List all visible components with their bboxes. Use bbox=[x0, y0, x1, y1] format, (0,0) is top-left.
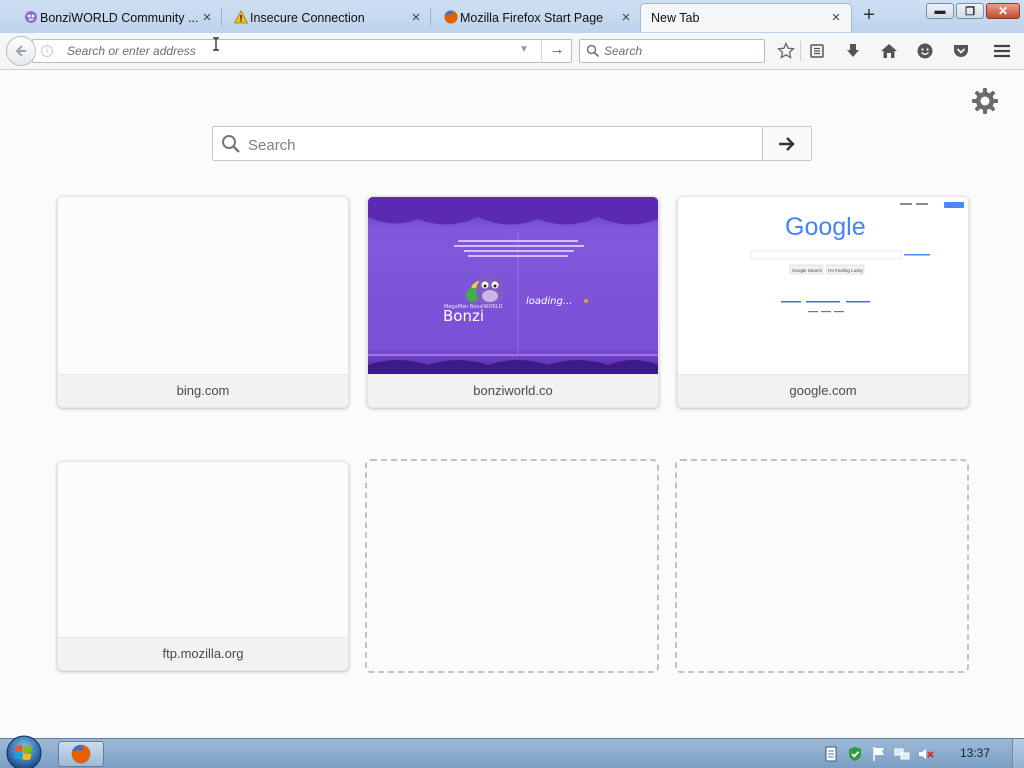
pocket-icon[interactable] bbox=[950, 40, 972, 62]
close-icon: ✕ bbox=[997, 4, 1009, 18]
security-shield-icon[interactable] bbox=[847, 746, 863, 762]
notepad-icon[interactable] bbox=[823, 746, 839, 762]
navigation-toolbar: i ▼ → bbox=[0, 33, 1024, 70]
site-tile-ftp-mozilla[interactable]: ftp.mozilla.org bbox=[57, 461, 349, 671]
minimize-button[interactable]: ▬ bbox=[926, 3, 954, 19]
new-tab-button[interactable]: + bbox=[858, 5, 880, 27]
bonzi-logo: Bonzi bbox=[443, 307, 484, 325]
windows-taskbar: 13:37 bbox=[0, 735, 1024, 768]
newtab-search bbox=[212, 126, 812, 161]
close-icon[interactable]: × bbox=[619, 10, 633, 25]
firefox-icon bbox=[71, 744, 91, 764]
download-icon[interactable] bbox=[842, 40, 864, 62]
google-logo: Google bbox=[785, 213, 866, 241]
close-icon[interactable]: × bbox=[829, 10, 843, 25]
tab-bonziworld[interactable]: BonziWORLD Community ... × bbox=[18, 3, 222, 32]
go-arrow-icon[interactable]: → bbox=[547, 41, 567, 61]
search-icon bbox=[222, 135, 240, 153]
search-go-button[interactable] bbox=[762, 126, 812, 161]
url-bar[interactable]: i ▼ → bbox=[32, 39, 572, 63]
tab-firefox-start-page[interactable]: Mozilla Firefox Start Page × bbox=[438, 3, 641, 32]
tab-label: Mozilla Firefox Start Page bbox=[460, 10, 604, 25]
search-bar[interactable] bbox=[579, 39, 765, 63]
home-icon[interactable] bbox=[878, 40, 900, 62]
search-icon[interactable] bbox=[586, 44, 600, 58]
site-tile-title: google.com bbox=[678, 374, 968, 407]
hamburger-menu-icon[interactable] bbox=[991, 40, 1013, 62]
loading-text: loading... bbox=[526, 296, 572, 307]
divider bbox=[800, 41, 801, 61]
firefox-icon bbox=[444, 10, 458, 24]
warning-icon bbox=[234, 10, 248, 24]
site-tile-title: bonziworld.co bbox=[368, 374, 658, 407]
search-input[interactable] bbox=[604, 43, 754, 59]
site-tile-google[interactable]: Google Google Search I'm Feeling Lucky g… bbox=[677, 196, 969, 408]
back-button[interactable] bbox=[6, 36, 36, 66]
tab-label: Insecure Connection bbox=[250, 10, 365, 25]
close-window-button[interactable]: ✕ bbox=[986, 3, 1020, 19]
taskbar-firefox-button[interactable] bbox=[58, 741, 104, 767]
tab-insecure-connection[interactable]: Insecure Connection × bbox=[228, 3, 431, 32]
site-thumbnail bbox=[58, 462, 348, 639]
close-icon[interactable]: × bbox=[409, 10, 423, 25]
tab-label: New Tab bbox=[651, 11, 700, 25]
newtab-search-input[interactable] bbox=[248, 135, 748, 155]
gear-icon[interactable] bbox=[971, 87, 999, 115]
action-center-flag-icon[interactable] bbox=[871, 746, 887, 762]
tab-label: BonziWORLD Community ... bbox=[40, 10, 199, 25]
site-tile-title: ftp.mozilla.org bbox=[58, 637, 348, 670]
bonzi-icon bbox=[25, 11, 37, 23]
bonziworld-thumbnail: MegaMan BonziWORLD Bonzi loading... bbox=[368, 197, 658, 376]
site-tile-bonziworld[interactable]: MegaMan BonziWORLD Bonzi loading... bonz… bbox=[367, 196, 659, 408]
hello-chat-icon[interactable] bbox=[914, 40, 936, 62]
show-desktop-button[interactable] bbox=[1012, 739, 1024, 768]
start-button-icon[interactable] bbox=[4, 733, 44, 768]
tab-strip: BonziWORLD Community ... × Insecure Conn… bbox=[0, 0, 1024, 33]
identity-icon[interactable]: i bbox=[41, 45, 53, 57]
newtab-search-box[interactable] bbox=[212, 126, 763, 161]
google-search-btn: Google Search bbox=[792, 268, 823, 273]
google-thumbnail: Google Google Search I'm Feeling Lucky bbox=[678, 197, 968, 376]
tab-new-tab[interactable]: New Tab × bbox=[640, 3, 852, 32]
site-thumbnail bbox=[58, 197, 348, 376]
minimize-icon: ▬ bbox=[934, 5, 946, 17]
close-icon[interactable]: × bbox=[200, 10, 214, 25]
divider bbox=[541, 40, 542, 62]
dropdown-arrow-icon[interactable]: ▼ bbox=[519, 44, 529, 55]
url-input[interactable] bbox=[67, 42, 507, 60]
network-icon[interactable] bbox=[894, 746, 910, 762]
site-tile-bing[interactable]: bing.com bbox=[57, 196, 349, 408]
empty-tile-slot bbox=[675, 459, 969, 673]
bookmark-star-icon[interactable] bbox=[775, 40, 797, 62]
arrow-right-icon bbox=[779, 136, 795, 151]
empty-tile-slot bbox=[365, 459, 659, 673]
bookmarks-menu-icon[interactable] bbox=[806, 40, 828, 62]
restore-button[interactable]: ❐ bbox=[956, 3, 984, 19]
new-tab-page: bing.com MegaMan BonziWORLD bbox=[0, 71, 1024, 738]
restore-icon: ❐ bbox=[965, 5, 975, 18]
back-arrow-icon bbox=[15, 45, 26, 57]
taskbar-clock[interactable]: 13:37 bbox=[950, 739, 1000, 768]
site-tile-title: bing.com bbox=[58, 374, 348, 407]
volume-muted-icon[interactable] bbox=[918, 746, 934, 762]
google-lucky-btn: I'm Feeling Lucky bbox=[828, 268, 864, 273]
text-cursor-icon bbox=[213, 37, 219, 51]
